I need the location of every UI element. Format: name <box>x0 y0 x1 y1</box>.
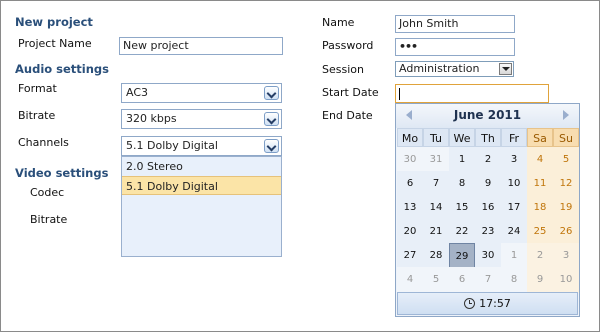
calendar-day[interactable]: 1 <box>449 147 475 173</box>
calendar-day[interactable]: 14 <box>423 195 449 221</box>
calendar-day[interactable]: 16 <box>475 195 501 221</box>
calendar-day[interactable]: 31 <box>423 147 449 173</box>
dropdown-option[interactable]: 2.0 Stereo <box>122 157 281 176</box>
bitrate-value: 320 kbps <box>126 112 177 125</box>
password-label: Password <box>322 39 374 52</box>
calendar-day[interactable]: 19 <box>553 195 579 221</box>
calendar-day[interactable]: 2 <box>527 243 553 269</box>
project-name-label: Project Name <box>18 37 92 50</box>
dropdown-option-selected[interactable]: 5.1 Dolby Digital <box>122 176 281 195</box>
calendar-day[interactable]: 3 <box>553 243 579 269</box>
calendar-day[interactable]: 5 <box>423 267 449 293</box>
calendar-day[interactable]: 4 <box>527 147 553 173</box>
calendar-day[interactable]: 27 <box>397 243 423 269</box>
session-label: Session <box>322 63 364 76</box>
calendar-day[interactable]: 7 <box>423 171 449 197</box>
weekday-header: Su <box>553 128 579 147</box>
calendar-day[interactable]: 3 <box>501 147 527 173</box>
session-select[interactable]: Administration <box>395 61 514 77</box>
calendar-day[interactable]: 10 <box>501 171 527 197</box>
video-settings-heading: Video settings <box>15 166 109 180</box>
text-caret <box>399 88 400 100</box>
channels-combobox[interactable]: 5.1 Dolby Digital <box>121 136 282 156</box>
chevron-down-icon[interactable] <box>264 139 279 153</box>
calendar-day[interactable]: 13 <box>397 195 423 221</box>
calendar-day[interactable]: 18 <box>527 195 553 221</box>
calendar-day[interactable]: 24 <box>501 219 527 245</box>
weekday-header: Sa <box>527 128 553 147</box>
calendar-day[interactable]: 26 <box>553 219 579 245</box>
session-value: Administration <box>399 62 480 75</box>
calendar-header: June 2011 <box>396 104 579 128</box>
calendar-day[interactable]: 22 <box>449 219 475 245</box>
clock-icon <box>464 298 476 309</box>
calendar-day[interactable]: 6 <box>397 171 423 197</box>
calendar-day[interactable]: 5 <box>553 147 579 173</box>
calendar-day[interactable]: 7 <box>475 267 501 293</box>
time-value: 17:57 <box>479 297 511 310</box>
calendar-day[interactable]: 9 <box>475 171 501 197</box>
format-combobox[interactable]: AC3 <box>121 83 282 103</box>
new-project-heading: New project <box>15 15 93 29</box>
weekday-header: We <box>449 128 475 147</box>
dropdown-arrow-icon[interactable] <box>499 63 512 75</box>
calendar-day[interactable]: 9 <box>527 267 553 293</box>
calendar-day[interactable]: 21 <box>423 219 449 245</box>
calendar-popup: June 2011 Mo Tu We Th Fr Sa Su 30 31 1 2 3 4 5 6 7 8 9 10 1… <box>395 103 580 317</box>
calendar-day[interactable]: 8 <box>501 267 527 293</box>
name-input[interactable]: John Smith <box>395 15 515 33</box>
password-input[interactable]: ••• <box>395 38 515 56</box>
calendar-day[interactable]: 8 <box>449 171 475 197</box>
video-bitrate-label: Bitrate <box>30 213 68 226</box>
calendar-day[interactable]: 11 <box>527 171 553 197</box>
calendar-month-title[interactable]: June 2011 <box>396 108 579 122</box>
channels-value: 5.1 Dolby Digital <box>126 139 218 152</box>
calendar-day[interactable]: 15 <box>449 195 475 221</box>
bitrate-combobox[interactable]: 320 kbps <box>121 109 282 129</box>
chevron-down-icon[interactable] <box>264 112 279 126</box>
weekday-header: Mo <box>397 128 423 147</box>
channels-label: Channels <box>18 136 69 149</box>
format-label: Format <box>18 82 57 95</box>
calendar-day[interactable]: 1 <box>501 243 527 269</box>
window: New project Project Name New project Aud… <box>0 0 600 332</box>
format-value: AC3 <box>126 86 149 99</box>
bitrate-label: Bitrate <box>18 109 56 122</box>
project-name-input[interactable]: New project <box>119 37 283 55</box>
weekday-header: Tu <box>423 128 449 147</box>
end-date-label: End Date <box>322 109 373 122</box>
calendar-day[interactable]: 12 <box>553 171 579 197</box>
weekday-header: Th <box>475 128 501 147</box>
name-label: Name <box>322 16 355 29</box>
time-button[interactable]: 17:57 <box>397 292 578 315</box>
calendar-day[interactable]: 20 <box>397 219 423 245</box>
calendar-day[interactable]: 29 <box>449 243 475 269</box>
calendar-day[interactable]: 23 <box>475 219 501 245</box>
audio-settings-heading: Audio settings <box>15 62 110 76</box>
calendar-day[interactable]: 2 <box>475 147 501 173</box>
next-month-arrow-icon[interactable] <box>563 110 569 120</box>
calendar-day[interactable]: 30 <box>475 243 501 269</box>
calendar-day[interactable]: 17 <box>501 195 527 221</box>
start-date-input[interactable] <box>395 84 549 103</box>
calendar-day[interactable]: 6 <box>449 267 475 293</box>
calendar-day[interactable]: 25 <box>527 219 553 245</box>
start-date-label: Start Date <box>322 86 379 99</box>
calendar-day[interactable]: 30 <box>397 147 423 173</box>
channels-dropdown-list: 2.0 Stereo 5.1 Dolby Digital <box>121 156 282 257</box>
codec-label: Codec <box>30 186 65 199</box>
calendar-day[interactable]: 28 <box>423 243 449 269</box>
chevron-down-icon[interactable] <box>264 86 279 100</box>
calendar-day[interactable]: 4 <box>397 267 423 293</box>
calendar-day[interactable]: 10 <box>553 267 579 293</box>
weekday-header: Fr <box>501 128 527 147</box>
